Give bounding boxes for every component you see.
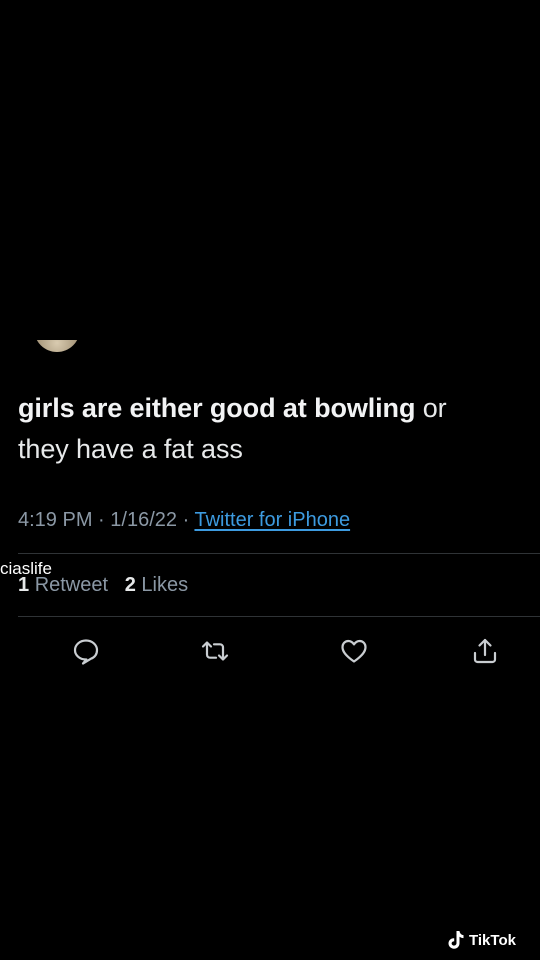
- share-upload-icon: [473, 638, 497, 664]
- avatar[interactable]: [34, 340, 80, 352]
- tweet-text-rest: or: [415, 393, 447, 423]
- meta-separator: ·: [98, 509, 105, 531]
- tweet-text: girls are either good at bowling or they…: [18, 388, 523, 470]
- divider: [18, 616, 540, 617]
- tiktok-label: TikTok: [469, 931, 516, 949]
- tweet-actions: [0, 634, 540, 668]
- likes-count: 2: [124, 574, 136, 596]
- meta-separator: ·: [182, 509, 190, 531]
- tweet-date[interactable]: 1/16/22: [110, 509, 177, 531]
- retweet-button[interactable]: [198, 634, 232, 668]
- speech-bubble-icon: [73, 639, 99, 665]
- tiktok-watermark: TikTok: [447, 930, 516, 950]
- likes-stat[interactable]: 2 Likes: [125, 574, 188, 596]
- tweet-time: 4:19 PM: [18, 509, 93, 531]
- avatar-image: [34, 340, 80, 352]
- heart-icon: [341, 639, 367, 663]
- tiktok-logo-icon: [448, 931, 464, 949]
- divider: [18, 553, 540, 554]
- retweet-arrows-icon: [201, 641, 229, 661]
- tweet-meta: 4:19 PM · 1/16/22 · Twitter for iPhone: [18, 509, 350, 532]
- like-button[interactable]: [337, 634, 371, 668]
- tweet-text-bold: girls are either good at bowling: [18, 393, 416, 423]
- tweet-source-link[interactable]: Twitter for iPhone: [194, 509, 350, 531]
- reply-button[interactable]: [69, 634, 103, 668]
- share-button[interactable]: [468, 634, 502, 668]
- overlay-username: ciaslife: [0, 559, 52, 578]
- likes-label: Likes: [141, 574, 189, 596]
- tweet-text-line2: they have a fat ass: [18, 434, 243, 464]
